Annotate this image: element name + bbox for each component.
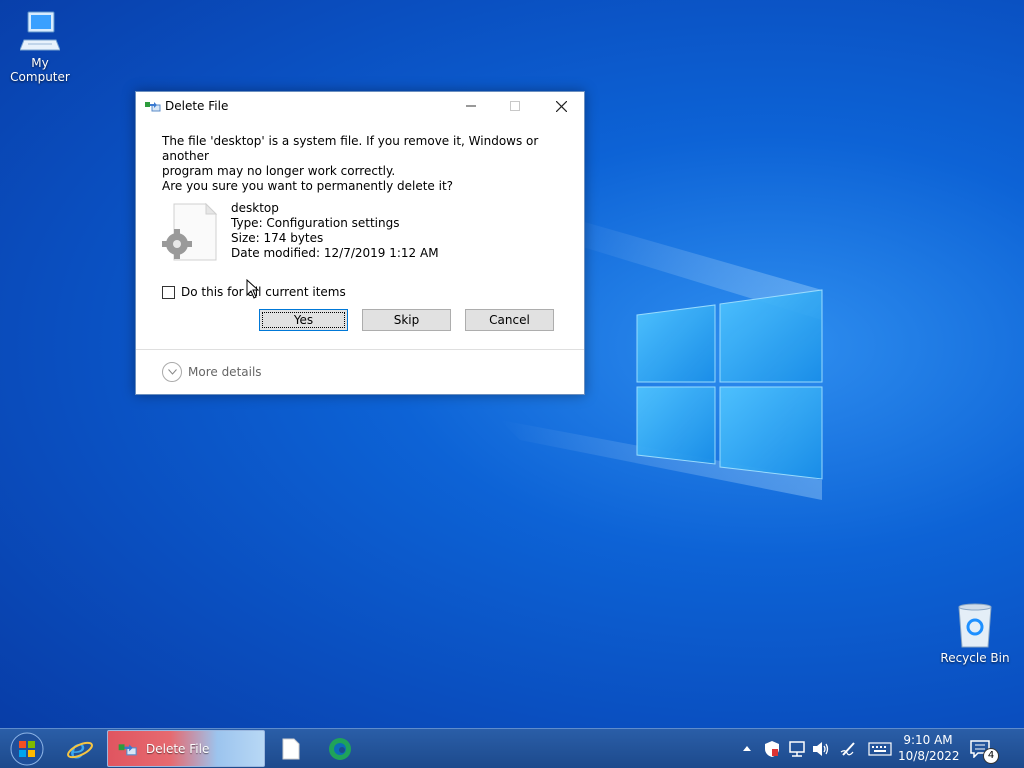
file-details: desktop Type: Configuration settings Siz…: [231, 201, 439, 261]
mouse-cursor-icon: [246, 279, 260, 299]
dialog-titlebar[interactable]: Delete File: [136, 92, 584, 120]
taskbar-internet-explorer[interactable]: e: [60, 729, 100, 768]
pen-icon: [840, 741, 855, 756]
internet-explorer-icon: e: [67, 735, 93, 763]
start-orb-icon: [10, 732, 44, 765]
network-tray-icon[interactable]: [788, 729, 808, 768]
confirm-question: Are you sure you want to permanently del…: [162, 179, 454, 193]
warning-line-2: program may no longer work correctly.: [162, 164, 396, 178]
cancel-button[interactable]: Cancel: [465, 309, 554, 331]
pen-tray-icon[interactable]: [840, 729, 860, 768]
clock-time: 9:10 AM: [903, 733, 953, 747]
apply-to-all-label: Do this for all current items: [181, 285, 346, 299]
yes-button[interactable]: Yes: [259, 309, 348, 331]
taskbar: e Delete File 9:10 AM 10/8/2022: [0, 728, 1024, 768]
apply-to-all-checkbox[interactable]: [162, 285, 175, 299]
close-button[interactable]: [538, 92, 584, 120]
dialog-title: Delete File: [165, 99, 229, 113]
clock-date: 10/8/2022: [898, 749, 960, 763]
computer-icon: [20, 11, 60, 51]
warning-message: The file 'desktop' is a system file. If …: [162, 134, 562, 179]
edge-icon: [329, 737, 351, 760]
keyboard-icon: [868, 741, 892, 756]
desktop-icon-recycle-bin[interactable]: Recycle Bin: [935, 603, 1015, 665]
maximize-icon: [510, 101, 520, 111]
file-move-icon: [145, 102, 161, 112]
shield-icon: [765, 740, 779, 757]
minimize-icon: [466, 105, 476, 107]
file-size: Size: 174 bytes: [231, 231, 324, 245]
windows-logo: [636, 289, 823, 480]
taskbar-clock[interactable]: 9:10 AM 10/8/2022: [898, 732, 960, 764]
warning-line-1: The file 'desktop' is a system file. If …: [162, 134, 539, 163]
recycle-bin-icon: [958, 603, 992, 648]
config-file-icon: [162, 202, 218, 261]
chevron-up-icon: [743, 745, 751, 751]
more-details-label: More details: [188, 365, 262, 379]
speaker-icon: [813, 741, 829, 756]
skip-button[interactable]: Skip: [362, 309, 451, 331]
minimize-button[interactable]: [448, 92, 494, 120]
show-hidden-icons-button[interactable]: [742, 729, 756, 768]
taskbar-document[interactable]: [272, 729, 310, 768]
desktop-icon-label: Recycle Bin: [940, 651, 1010, 665]
more-details-toggle[interactable]: More details: [162, 362, 262, 382]
divider: [136, 349, 584, 350]
file-type: Type: Configuration settings: [231, 216, 400, 230]
taskbar-edge[interactable]: [320, 729, 360, 768]
network-icon: [789, 740, 805, 757]
chevron-down-icon: [162, 362, 182, 382]
volume-tray-icon[interactable]: [812, 729, 832, 768]
file-move-icon: [118, 743, 137, 755]
delete-file-dialog: Delete File The file 'desktop' is a syst…: [135, 91, 585, 395]
task-label: Delete File: [146, 741, 210, 756]
maximize-button: [492, 92, 538, 120]
taskbar-task-delete-file[interactable]: Delete File: [107, 730, 265, 767]
close-icon: [555, 100, 567, 112]
desktop-icon-label: My Computer: [10, 56, 70, 84]
keyboard-tray-icon[interactable]: [868, 729, 894, 768]
security-tray-icon[interactable]: [764, 729, 784, 768]
desktop-icon-my-computer[interactable]: My Computer: [0, 10, 80, 84]
start-button[interactable]: [4, 729, 50, 768]
document-icon: [282, 738, 300, 759]
notification-count-badge: 4: [983, 748, 999, 764]
file-name: desktop: [231, 201, 279, 215]
file-date-modified: Date modified: 12/7/2019 1:12 AM: [231, 246, 439, 260]
